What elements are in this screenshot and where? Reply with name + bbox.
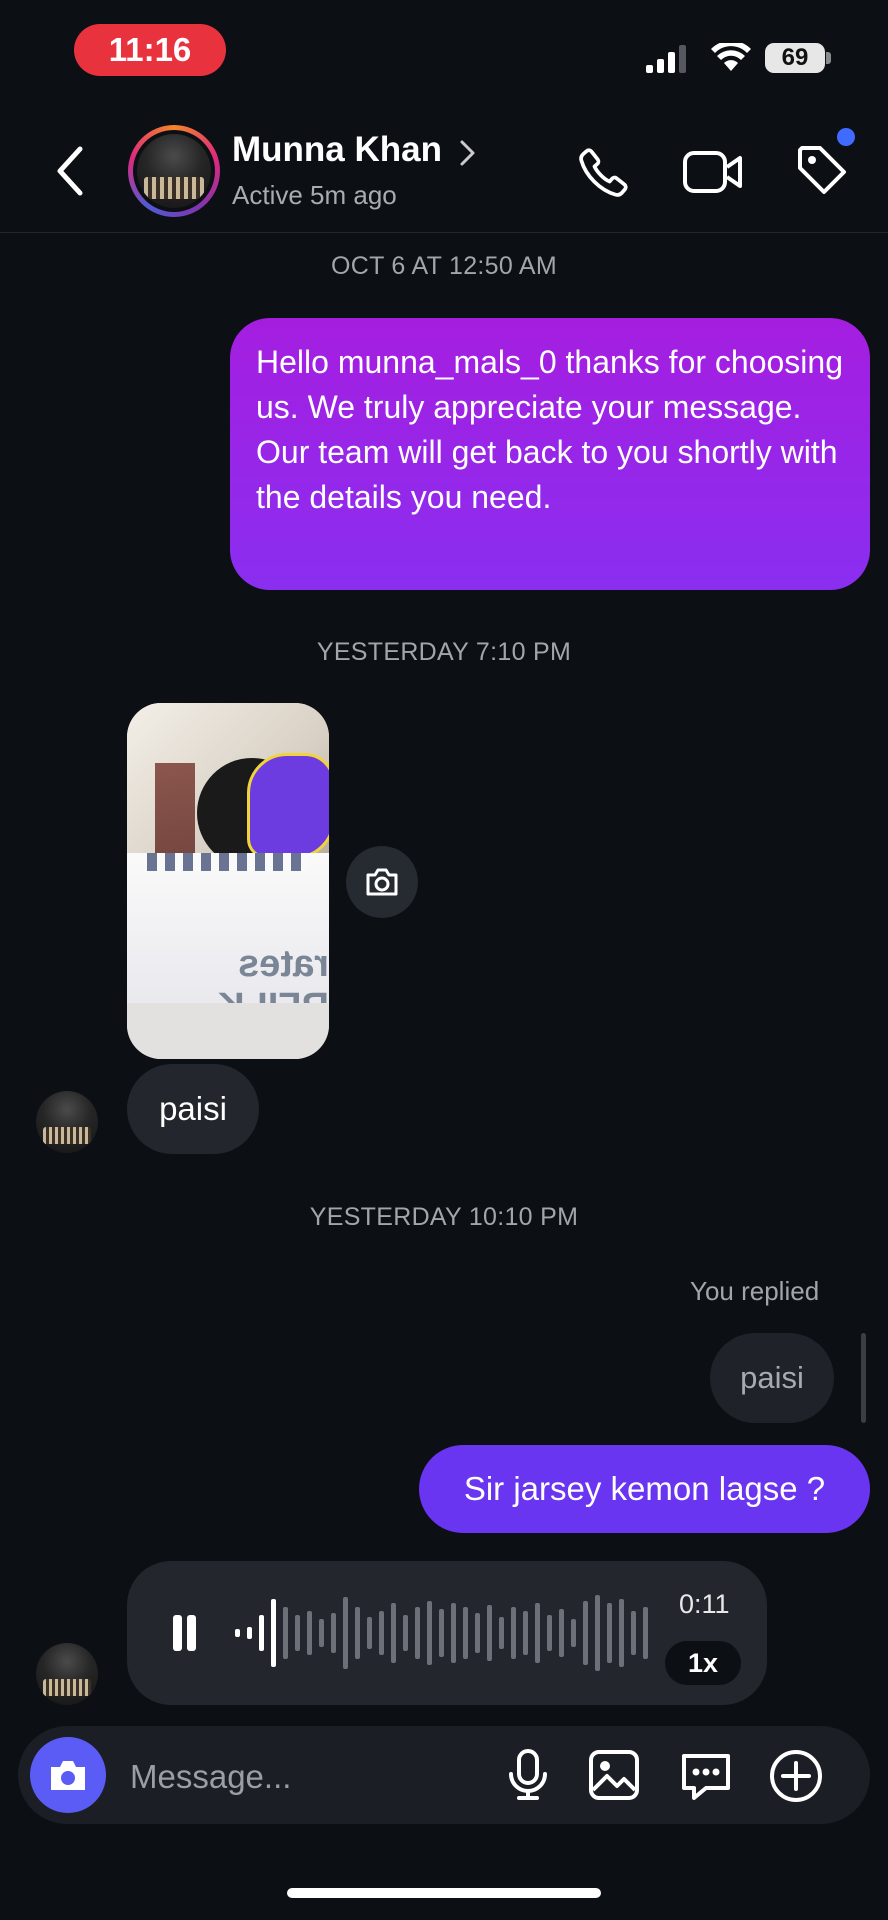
voice-duration: 0:11 [679,1589,730,1619]
voice-message[interactable]: 0:11 1x [127,1561,767,1705]
playback-speed-button[interactable]: 1x [665,1641,741,1685]
mic-icon[interactable] [506,1748,550,1802]
notification-dot [837,128,855,146]
timestamp: YESTERDAY 10:10 PM [309,1203,579,1231]
contact-avatar[interactable] [128,125,220,217]
chevron-right-icon[interactable] [458,138,478,168]
sender-avatar[interactable] [36,1643,98,1705]
outgoing-message[interactable]: Sir jarsey kemon lagse ? [419,1445,870,1533]
reply-quote[interactable]: paisi [710,1333,834,1423]
replied-label: You replied [690,1276,820,1306]
waveform[interactable] [235,1593,675,1673]
signal-icon [646,45,692,73]
battery-nub [826,52,831,64]
plus-icon[interactable] [768,1748,824,1804]
home-indicator [287,1888,601,1898]
sender-avatar[interactable] [36,1091,98,1153]
outgoing-message[interactable]: Hello munna_mals_0 thanks for choosing u… [230,318,870,590]
reply-quote-bar [861,1333,866,1423]
camera-reply-button[interactable] [346,846,418,918]
camera-icon [51,1761,85,1790]
tag-icon[interactable] [794,142,850,198]
video-icon[interactable] [682,146,744,198]
phone-icon[interactable] [576,144,632,200]
wifi-icon [711,43,751,73]
battery-indicator: 69 [765,43,825,73]
camera-icon [366,868,398,896]
photo-message[interactable]: rates RFILK [127,703,329,1059]
status-time: 11:16 [74,24,226,76]
image-icon[interactable] [587,1748,641,1802]
timestamp: OCT 6 AT 12:50 AM [330,252,558,280]
back-icon[interactable] [52,145,86,197]
pause-icon[interactable] [171,1615,199,1651]
camera-button[interactable] [30,1737,106,1813]
header-divider [0,232,888,233]
sticker-icon[interactable] [678,1748,734,1804]
incoming-message[interactable]: paisi [127,1064,259,1154]
contact-name[interactable]: Munna Khan [232,130,442,170]
contact-status: Active 5m ago [232,180,397,210]
timestamp: YESTERDAY 7:10 PM [316,638,572,666]
message-input[interactable] [128,1748,492,1806]
